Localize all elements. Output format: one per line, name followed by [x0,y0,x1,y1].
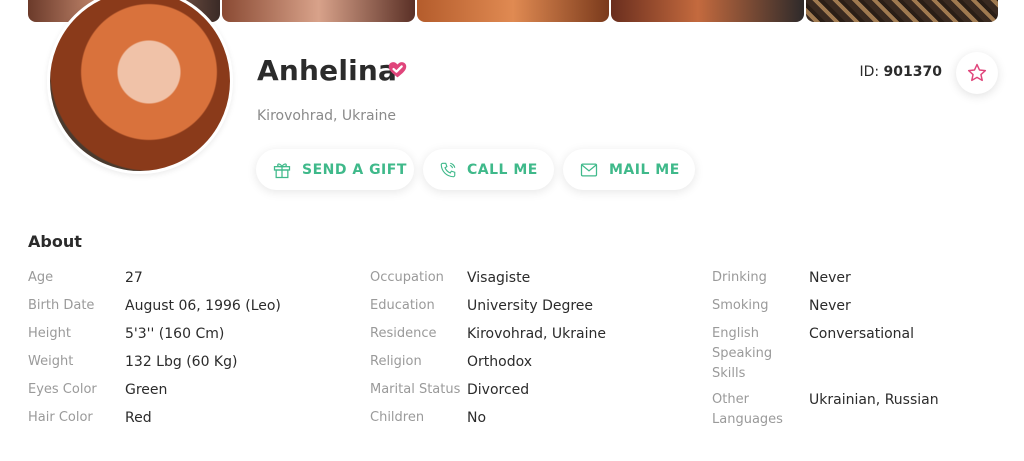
about-row-marital-status: Marital Status Divorced [370,380,606,400]
about-row-occupation: Occupation Visagiste [370,268,606,288]
gallery-photo[interactable] [805,0,999,22]
about-row-weight: Weight 132 Lbg (60 Kg) [28,352,281,372]
about-row-age: Age 27 [28,268,281,288]
send-gift-button[interactable]: SEND A GIFT [256,149,414,190]
about-value: Red [125,410,152,426]
gift-icon [273,162,291,178]
about-heading: About [28,232,82,251]
phone-icon [440,162,456,177]
about-value: Kirovohrad, Ukraine [467,326,606,342]
about-label: Religion [370,354,422,369]
about-label: Eyes Color [28,382,97,397]
about-column-1: Age 27 Birth Date August 06, 1996 (Leo) He… [28,268,281,436]
profile-avatar[interactable] [47,0,233,174]
about-row-hair-color: Hair Color Red [28,408,281,428]
mail-me-label: MAIL ME [609,161,680,178]
about-label: Smoking [712,298,769,313]
about-row-education: Education University Degree [370,296,606,316]
about-row-other-languages: Other Languages Ukrainian, Russian [712,390,939,430]
verified-badge-icon [388,62,407,78]
about-label: Residence [370,326,437,341]
about-row-height: Height 5'3'' (160 Cm) [28,324,281,344]
about-label: Drinking [712,270,767,285]
about-value: Never [809,270,851,286]
about-value: August 06, 1996 (Leo) [125,298,281,314]
mail-me-button[interactable]: MAIL ME [563,149,695,190]
about-value: Never [809,298,851,314]
about-label: Age [28,270,54,285]
star-icon [967,63,987,82]
about-value: No [467,410,487,426]
about-value: Green [125,382,168,398]
about-value: Conversational [809,326,915,342]
about-label: Height [28,326,71,341]
about-label: Education [370,298,435,313]
about-value: University Degree [467,298,594,314]
about-row-eyes-color: Eyes Color Green [28,380,281,400]
about-label: Occupation [370,270,444,285]
gallery-photo[interactable] [611,0,804,22]
call-me-label: CALL ME [467,161,538,178]
profile-id-label: ID: [859,64,880,80]
gallery-photo[interactable] [222,0,415,22]
send-gift-label: SEND A GIFT [302,161,407,178]
about-label: Weight [28,354,74,369]
gallery-photo[interactable] [416,0,610,22]
about-column-3: Drinking Never Smoking Never English Speak… [712,268,939,436]
about-row-children: Children No [370,408,606,428]
call-me-button[interactable]: CALL ME [423,149,554,190]
about-value: Divorced [467,382,530,398]
about-label: Marital Status [370,382,461,397]
profile-id-value: 901370 [883,64,942,80]
about-label: Children [370,410,425,425]
about-label: Birth Date [28,298,95,313]
profile-id: ID: 901370 [859,64,942,80]
about-value: Ukrainian, Russian [809,392,939,408]
about-label: Other Languages [712,392,783,427]
about-value: Orthodox [467,354,533,370]
favorite-button[interactable] [956,52,998,94]
about-row-residence: Residence Kirovohrad, Ukraine [370,324,606,344]
mail-icon [580,163,598,176]
about-row-drinking: Drinking Never [712,268,939,288]
about-value: Visagiste [467,270,531,286]
about-label: English Speaking Skills [712,326,773,381]
about-row-birth-date: Birth Date August 06, 1996 (Leo) [28,296,281,316]
about-value: 132 Lbg (60 Kg) [125,354,238,370]
about-value: 5'3'' (160 Cm) [125,326,225,342]
profile-location: Kirovohrad, Ukraine [257,108,396,124]
about-row-religion: Religion Orthodox [370,352,606,372]
about-value: 27 [125,270,143,286]
about-row-smoking: Smoking Never [712,296,939,316]
about-column-2: Occupation Visagiste Education University … [370,268,606,436]
about-label: Hair Color [28,410,93,425]
about-row-english-skills: English Speaking Skills Conversational [712,324,939,384]
profile-name: Anhelina [257,54,398,87]
